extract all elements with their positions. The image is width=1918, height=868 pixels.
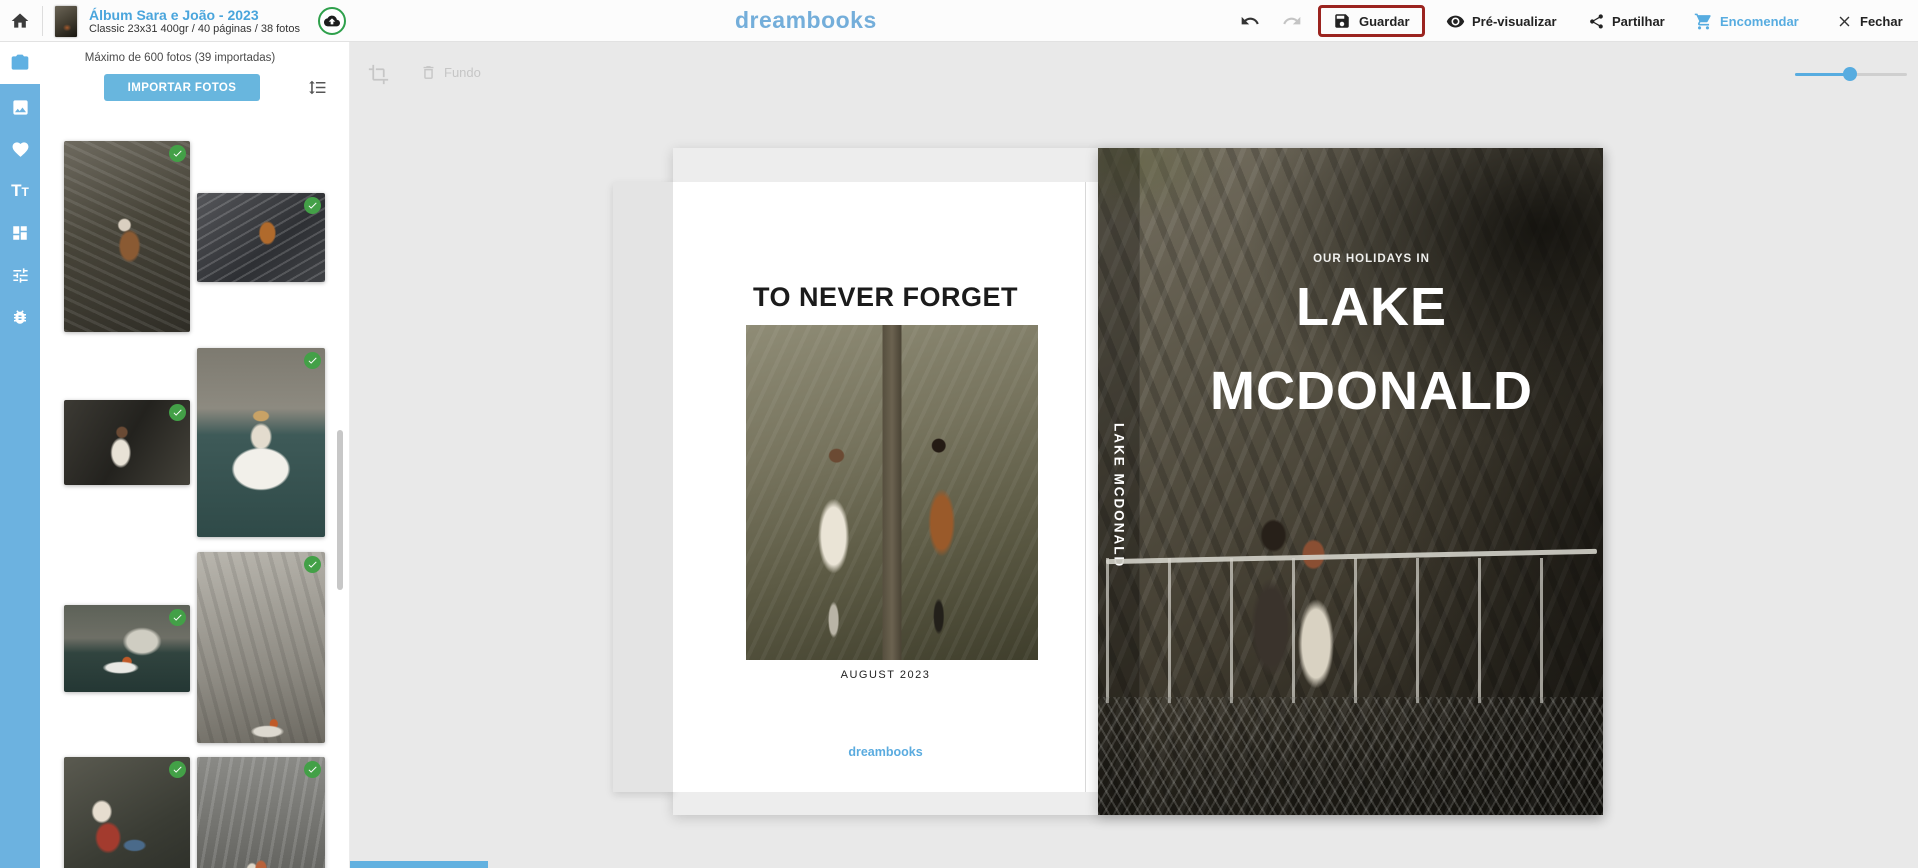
- panel-scrollbar[interactable]: [337, 430, 343, 590]
- album-thumbnail[interactable]: [55, 6, 77, 37]
- layouts-icon: [11, 224, 29, 242]
- brand-logo: dreambooks: [735, 7, 877, 34]
- topbar-divider: [42, 6, 43, 36]
- heart-icon: [11, 140, 30, 159]
- photos-limit-text: Máximo de 600 fotos (39 importadas): [40, 52, 320, 64]
- preview-label: Pré-visualizar: [1472, 14, 1557, 29]
- sidebar-item-layouts[interactable]: [0, 212, 40, 254]
- used-check-icon: [304, 556, 321, 573]
- save-label: Guardar: [1359, 14, 1410, 29]
- close-icon: [1836, 13, 1853, 30]
- crop-icon: [368, 64, 389, 85]
- used-check-icon: [304, 352, 321, 369]
- editor-canvas[interactable]: Fundo TO NEVER FORGET AUGUST 2023 dreamb…: [350, 42, 1918, 868]
- sidebar-item-text[interactable]: TT: [0, 170, 40, 212]
- front-cover-railing-posts: [1106, 558, 1597, 703]
- background-label: Fundo: [444, 65, 481, 80]
- sidebar-item-favorites[interactable]: [0, 128, 40, 170]
- used-check-icon: [169, 145, 186, 162]
- text-icon: TT: [11, 182, 29, 200]
- back-cover-title[interactable]: TO NEVER FORGET: [673, 282, 1098, 313]
- zoom-slider[interactable]: [1795, 67, 1907, 81]
- preview-button[interactable]: Pré-visualizar: [1446, 0, 1557, 42]
- save-icon: [1333, 12, 1351, 30]
- close-button[interactable]: Fechar: [1836, 0, 1903, 42]
- photo-thumbnail[interactable]: [197, 552, 325, 743]
- sort-photos-button[interactable]: [308, 78, 327, 97]
- image-icon: [11, 98, 30, 117]
- order-button[interactable]: Encomendar: [1694, 0, 1799, 42]
- redo-icon: [1282, 11, 1302, 31]
- photo-thumbnail[interactable]: [64, 400, 190, 485]
- cloud-upload-icon: [324, 13, 340, 29]
- front-cover-title-line1[interactable]: LAKE: [1140, 276, 1603, 338]
- eye-icon: [1446, 12, 1465, 31]
- redo-button[interactable]: [1282, 0, 1302, 42]
- dreambooks-editor: Álbum Sara e João - 2023 Classic 23x31 4…: [0, 0, 1918, 868]
- sidebar-item-adjust[interactable]: [0, 254, 40, 296]
- cart-icon: [1694, 12, 1713, 31]
- used-check-icon: [169, 761, 186, 778]
- sidebar-item-bug-report[interactable]: [0, 296, 40, 338]
- crop-button[interactable]: [368, 64, 389, 85]
- share-label: Partilhar: [1612, 14, 1665, 29]
- back-cover-photo[interactable]: [746, 325, 1038, 660]
- topbar-left: Álbum Sara e João - 2023 Classic 23x31 4…: [10, 0, 346, 42]
- photos-panel: Máximo de 600 fotos (39 importadas) IMPO…: [40, 42, 350, 868]
- home-icon: [10, 11, 30, 31]
- photo-thumbnail[interactable]: [197, 193, 325, 282]
- order-label: Encomendar: [1720, 14, 1799, 29]
- photo-thumbnail[interactable]: [64, 757, 190, 868]
- album-subtitle: Classic 23x31 400gr / 40 páginas / 38 fo…: [89, 23, 300, 36]
- front-cover-page[interactable]: LAKE MCDONALD OUR HOLIDAYS IN LAKE MCDON…: [1098, 148, 1603, 815]
- camera-icon: [10, 53, 30, 73]
- close-label: Fechar: [1860, 14, 1903, 29]
- sort-icon: [308, 78, 327, 97]
- photo-thumbnail[interactable]: [197, 348, 325, 537]
- used-check-icon: [169, 404, 186, 421]
- cloud-backup-button[interactable]: [318, 7, 346, 35]
- undo-button[interactable]: [1240, 0, 1260, 42]
- save-button[interactable]: Guardar: [1318, 5, 1425, 37]
- import-photos-button[interactable]: IMPORTAR FOTOS: [104, 74, 260, 101]
- front-cover-title-line2[interactable]: MCDONALD: [1140, 360, 1603, 422]
- album-title[interactable]: Álbum Sara e João - 2023: [89, 7, 300, 23]
- zoom-slider-thumb[interactable]: [1843, 67, 1857, 81]
- back-cover-caption[interactable]: AUGUST 2023: [673, 669, 1098, 681]
- used-check-icon: [169, 609, 186, 626]
- trash-icon: [420, 64, 437, 81]
- share-icon: [1588, 13, 1605, 30]
- used-check-icon: [304, 761, 321, 778]
- tool-rail: TT: [0, 42, 40, 868]
- used-check-icon: [304, 197, 321, 214]
- sidebar-item-photos[interactable]: [0, 42, 40, 84]
- cover-back-flap: [613, 182, 673, 792]
- share-button[interactable]: Partilhar: [1588, 0, 1665, 42]
- back-cover-page[interactable]: TO NEVER FORGET AUGUST 2023 dreambooks: [673, 182, 1098, 792]
- front-cover-kicker[interactable]: OUR HOLIDAYS IN: [1140, 253, 1603, 265]
- canvas-horizontal-scrollbar[interactable]: [350, 861, 488, 868]
- bug-icon: [11, 308, 29, 326]
- sidebar-item-images[interactable]: [0, 86, 40, 128]
- topbar: Álbum Sara e João - 2023 Classic 23x31 4…: [0, 0, 1918, 42]
- cover-fold-line: [1085, 182, 1086, 792]
- photo-thumbnail[interactable]: [64, 605, 190, 692]
- album-meta: Álbum Sara e João - 2023 Classic 23x31 4…: [89, 7, 300, 36]
- back-cover-brand-logo: dreambooks: [673, 745, 1098, 759]
- adjust-icon: [11, 266, 30, 285]
- zoom-slider-fill: [1795, 73, 1850, 76]
- remove-background-button[interactable]: Fundo: [420, 64, 481, 81]
- home-button[interactable]: [10, 11, 30, 31]
- undo-icon: [1240, 11, 1260, 31]
- front-cover-bridge-mesh: [1098, 697, 1603, 815]
- photo-thumbnail[interactable]: [197, 757, 325, 868]
- photo-thumbnail[interactable]: [64, 141, 190, 332]
